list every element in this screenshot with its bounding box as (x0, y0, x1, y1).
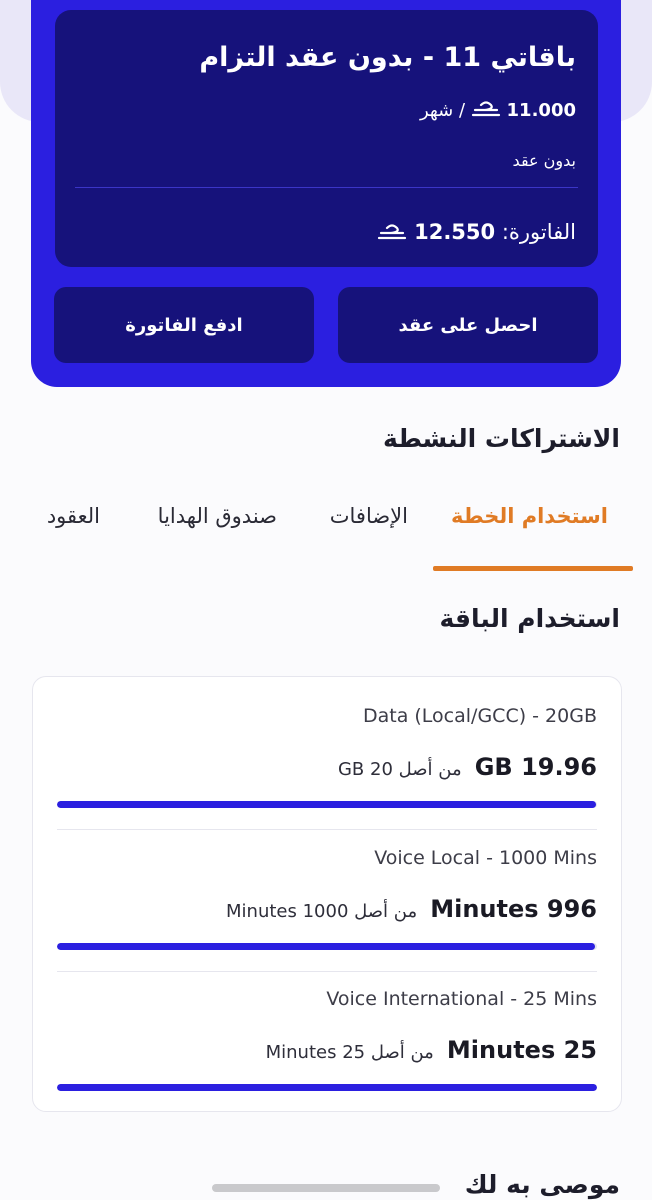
usage-progress-bar (57, 801, 597, 808)
usage-label: Voice Local - 1000 Mins (374, 847, 597, 869)
plan-price: 11.000 / شهر (420, 100, 576, 121)
item-divider (57, 829, 597, 830)
usage-total: من أصل 25 Minutes (265, 1042, 434, 1063)
tab-contracts[interactable]: العقود (47, 504, 100, 528)
active-tab-indicator (433, 566, 633, 571)
omani-rial-icon (378, 224, 407, 240)
item-divider (57, 971, 597, 972)
recommended-title: موصى به لك (464, 1170, 620, 1199)
get-contract-button[interactable]: احصل على عقد (338, 287, 598, 363)
usage-used: Minutes 996 (430, 895, 597, 923)
bill-value: 12.550 (414, 220, 496, 244)
omani-rial-icon (471, 101, 500, 117)
usage-used: GB 19.96 (474, 753, 597, 781)
plan-price-value: 11.000 (506, 100, 576, 121)
usage-progress-fill (57, 801, 596, 808)
tab-addons[interactable]: الإضافات (330, 504, 408, 528)
pay-bill-button[interactable]: ادفع الفاتورة (54, 287, 314, 363)
tab-gift-box[interactable]: صندوق الهدايا (158, 504, 277, 528)
bill-label: الفاتورة: (501, 220, 576, 244)
usage-progress-fill (57, 943, 595, 950)
usage-total: من أصل 20 GB (337, 759, 462, 780)
home-indicator[interactable] (212, 1184, 440, 1192)
usage-values: Minutes 996 من أصل 1000 Minutes (226, 895, 597, 923)
usage-progress-bar (57, 1084, 597, 1091)
usage-progress-fill (57, 1084, 597, 1091)
plan-card[interactable]: باقاتي 11 - بدون عقد التزام 11.000 / شهر… (55, 10, 598, 267)
active-subscriptions-title: الاشتراكات النشطة (383, 424, 620, 453)
bill-row: الفاتورة: 12.550 (377, 220, 576, 244)
plan-title: باقاتي 11 - بدون عقد التزام (199, 42, 576, 73)
usage-label: Data (Local/GCC) - 20GB (362, 705, 597, 727)
tab-plan-usage[interactable]: استخدام الخطة (451, 504, 608, 528)
plan-divider (75, 187, 578, 188)
subscription-tabs: استخدام الخطة الإضافات صندوق الهدايا الع… (0, 492, 652, 572)
plan-usage-title: استخدام الباقة (439, 604, 621, 633)
usage-progress-bar (57, 943, 597, 950)
plan-price-period: / شهر (419, 100, 466, 121)
usage-values: Minutes 25 من أصل 25 Minutes (266, 1036, 597, 1064)
usage-used: Minutes 25 (446, 1036, 597, 1064)
plan-panel: باقاتي 11 - بدون عقد التزام 11.000 / شهر… (31, 0, 621, 387)
usage-label: Voice International - 25 Mins (326, 988, 597, 1010)
plan-contract-type: بدون عقد (512, 151, 576, 170)
usage-total: من أصل 1000 Minutes (226, 901, 418, 922)
usage-card: Data (Local/GCC) - 20GB GB 19.96 من أصل … (32, 676, 622, 1112)
usage-values: GB 19.96 من أصل 20 GB (338, 753, 597, 781)
